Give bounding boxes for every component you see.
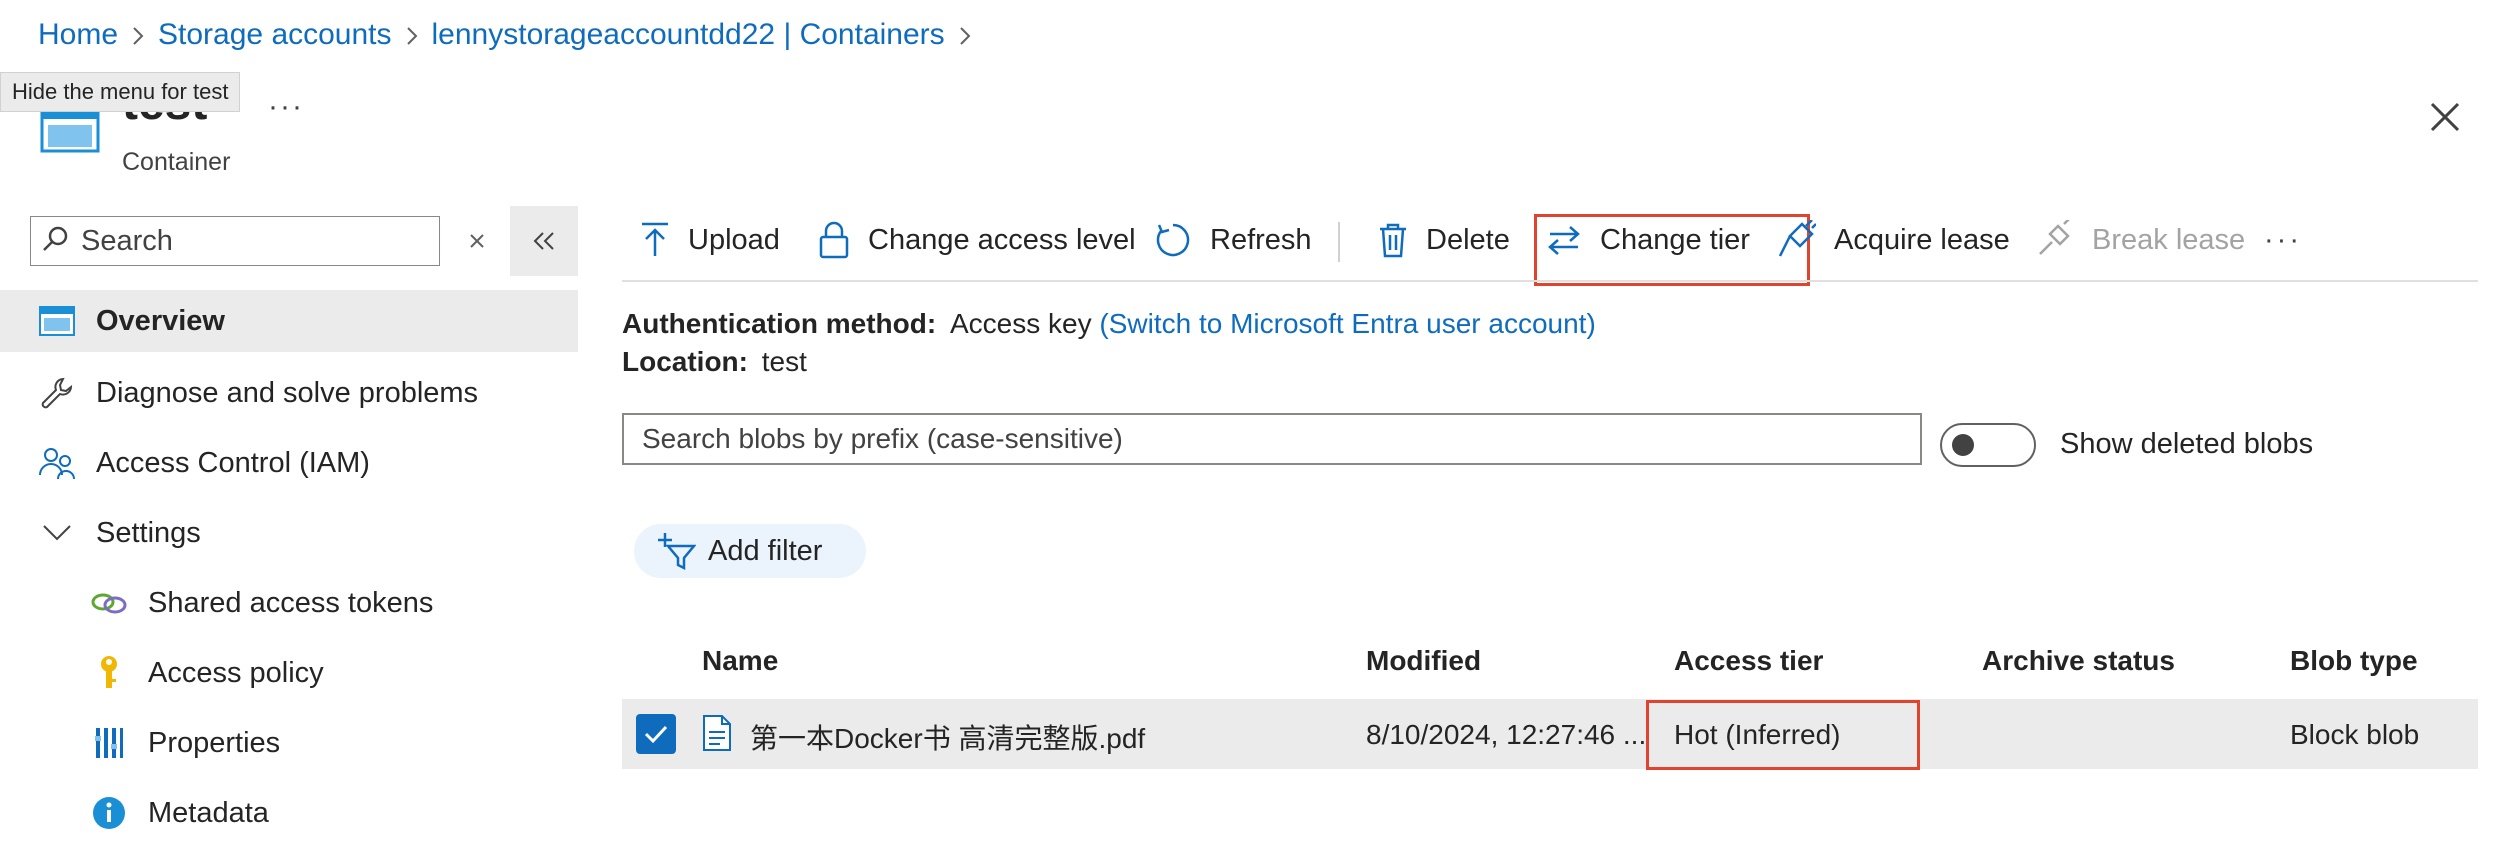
sidebar-search[interactable] [30,216,440,266]
column-header-access-tier[interactable]: Access tier [1674,645,1823,677]
collapse-menu-button[interactable] [510,206,578,276]
breadcrumb-home[interactable]: Home [38,18,118,52]
sidebar-item-label: Access Control (IAM) [96,446,370,479]
refresh-icon [1154,221,1192,259]
change-access-level-label: Change access level [868,223,1136,256]
column-header-modified[interactable]: Modified [1366,645,1481,677]
sidebar-item-access-policy[interactable]: Access policy [0,642,578,704]
auth-method-value: Access key [949,308,1092,339]
toolbar-divider [1338,222,1340,262]
sidebar-item-label: Diagnose and solve problems [96,376,479,409]
key-icon [90,654,128,692]
change-tier-button[interactable]: Change tier [1546,212,1750,268]
sidebar-item-diagnose[interactable]: Diagnose and solve problems [0,362,578,424]
auth-method-label: Authentication method: [622,308,937,339]
change-access-level-button[interactable]: Change access level [818,212,1136,268]
sidebar-item-settings[interactable]: Settings [0,502,578,564]
plug-icon [1776,220,1816,260]
file-icon [702,714,732,757]
search-icon [41,225,69,258]
wrench-icon [38,374,76,412]
close-icon [470,234,484,248]
container-icon [38,302,76,340]
location-line: Location: test [622,346,807,378]
acquire-lease-button[interactable]: Acquire lease [1776,212,2010,268]
more-options-button[interactable]: ··· [268,90,304,124]
properties-icon [90,724,128,762]
add-filter-label: Add filter [708,534,823,567]
upload-label: Upload [688,223,780,256]
location-value: test [761,346,807,377]
chevron-down-icon [38,514,76,552]
upload-icon [640,222,670,258]
sidebar-item-overview[interactable]: Overview [0,290,578,352]
break-lease-button[interactable]: Break lease [2034,212,2245,268]
add-filter-button[interactable]: Add filter [634,524,866,578]
switch-auth-link[interactable]: (Switch to Microsoft Entra user account) [1099,308,1595,339]
blob-search-box[interactable] [622,413,1922,465]
checkmark-icon [644,725,668,744]
location-label: Location: [622,346,748,377]
toggle-knob [1952,434,1974,456]
chevron-right-icon [118,18,158,52]
column-header-archive-status[interactable]: Archive status [1982,645,2175,677]
sidebar-item-label: Shared access tokens [148,586,434,619]
close-icon [2430,102,2460,132]
refresh-label: Refresh [1210,223,1312,256]
trash-icon [1378,222,1408,258]
page-subtitle: Container [122,148,231,176]
sidebar-item-label: Metadata [148,796,269,829]
blob-type: Block blob [2290,719,2420,750]
sidebar-item-metadata[interactable]: Metadata [0,782,578,844]
toolbar-more-button[interactable]: ··· [2264,212,2302,268]
sidebar-item-properties[interactable]: Properties [0,712,578,774]
chevron-right-icon [392,18,432,52]
column-header-blob-type[interactable]: Blob type [2290,645,2418,677]
people-icon [38,444,76,482]
sidebar-item-access-control[interactable]: Access Control (IAM) [0,432,578,494]
sidebar-item-label: Settings [96,516,201,549]
swap-icon [1546,225,1582,255]
container-icon [40,105,100,158]
tooltip: Hide the menu for test [0,72,241,112]
blob-search-input[interactable] [640,422,1904,456]
close-button[interactable] [2424,96,2466,138]
chevron-right-icon [945,18,985,52]
lock-icon [818,221,850,259]
toolbar-divider-line [622,280,2478,282]
info-icon [90,794,128,832]
delete-button[interactable]: Delete [1378,212,1510,268]
break-lease-label: Break lease [2092,223,2246,256]
clear-search-button[interactable] [462,226,492,256]
delete-label: Delete [1426,223,1510,256]
sidebar-item-shared-access-tokens[interactable]: Shared access tokens [0,572,578,634]
blob-access-tier: Hot (Inferred) [1674,719,1841,750]
blob-modified: 8/10/2024, 12:27:46 ... [1366,719,1647,750]
show-deleted-label: Show deleted blobs [2060,428,2314,460]
upload-button[interactable]: Upload [640,212,780,268]
row-checkbox[interactable] [636,714,676,754]
acquire-lease-label: Acquire lease [1834,223,2010,256]
column-header-name[interactable]: Name [702,645,778,677]
sidebar-search-input[interactable] [79,223,423,259]
breadcrumb: Home Storage accounts lennystorageaccoun… [38,18,985,52]
blob-name-link[interactable]: 第一本Docker书 高清完整版.pdf [750,717,1145,757]
broken-plug-icon [2034,220,2074,260]
sidebar-item-label: Access policy [148,656,324,689]
show-deleted-toggle[interactable] [1940,423,2036,467]
refresh-button[interactable]: Refresh [1154,212,1312,268]
sidebar-item-label: Properties [148,726,281,759]
link-icon [90,584,128,622]
sidebar-item-label: Overview [96,304,225,337]
breadcrumb-containers[interactable]: lennystorageaccountdd22 | Containers [432,18,945,52]
add-filter-icon [656,532,696,570]
auth-method-line: Authentication method: Access key (Switc… [622,308,1596,340]
change-tier-label: Change tier [1600,223,1750,256]
double-chevron-left-icon [533,232,554,250]
breadcrumb-storage-accounts[interactable]: Storage accounts [158,18,391,52]
